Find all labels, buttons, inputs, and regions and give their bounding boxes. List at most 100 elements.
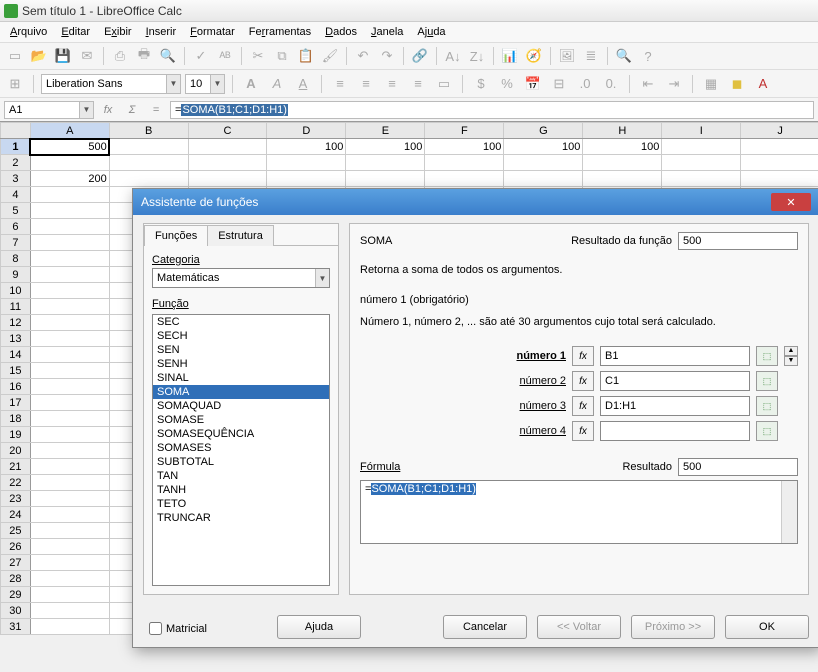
zoom-icon[interactable]: 🔍 <box>613 45 635 67</box>
arg-input-1[interactable]: B1 <box>600 346 750 366</box>
sort-asc-icon[interactable]: A↓ <box>442 45 464 67</box>
cell-A7[interactable] <box>30 235 109 251</box>
align-left-icon[interactable]: ≡ <box>329 73 351 95</box>
open-icon[interactable]: 📂 <box>28 45 50 67</box>
bold-icon[interactable]: A <box>240 73 262 95</box>
cell-A6[interactable] <box>30 219 109 235</box>
row-header-21[interactable]: 21 <box>1 459 31 475</box>
row-header-8[interactable]: 8 <box>1 251 31 267</box>
row-header-30[interactable]: 30 <box>1 603 31 619</box>
row-header-11[interactable]: 11 <box>1 299 31 315</box>
row-header-16[interactable]: 16 <box>1 379 31 395</box>
cell-A20[interactable] <box>30 443 109 459</box>
col-header-D[interactable]: D <box>267 123 346 139</box>
row-header-1[interactable]: 1 <box>1 139 31 155</box>
cell-A21[interactable] <box>30 459 109 475</box>
link-icon[interactable]: 🔗 <box>409 45 431 67</box>
function-listbox[interactable]: SECSECHSENSENHSINALSOMASOMAQUADSOMASESOM… <box>152 314 330 586</box>
underline-icon[interactable]: A <box>292 73 314 95</box>
cell-E3[interactable] <box>346 171 425 187</box>
cut-icon[interactable]: ✂ <box>247 45 269 67</box>
cell-I1[interactable] <box>662 139 741 155</box>
function-item[interactable]: TAN <box>153 469 329 483</box>
cell-B2[interactable] <box>109 155 188 171</box>
help-button[interactable]: Ajuda <box>277 615 361 639</box>
cell-B3[interactable] <box>109 171 188 187</box>
function-item[interactable]: SOMASEQUÊNCIA <box>153 427 329 441</box>
datasource-icon[interactable]: ≣ <box>580 45 602 67</box>
font-name-combo[interactable]: Liberation Sans ▼ <box>41 74 181 94</box>
tab-estrutura[interactable]: Estrutura <box>207 225 274 246</box>
dropdown-icon[interactable]: ▼ <box>79 102 93 118</box>
gallery-icon[interactable]: 🖼 <box>556 45 578 67</box>
cell-A29[interactable] <box>30 587 109 603</box>
cell-A23[interactable] <box>30 491 109 507</box>
row-header-15[interactable]: 15 <box>1 363 31 379</box>
style-icon[interactable]: ⊞ <box>4 73 26 95</box>
cell-A3[interactable]: 200 <box>30 171 109 187</box>
row-header-23[interactable]: 23 <box>1 491 31 507</box>
cell-A4[interactable] <box>30 187 109 203</box>
cell-F1[interactable]: 100 <box>425 139 504 155</box>
cell-A16[interactable] <box>30 379 109 395</box>
cell-C3[interactable] <box>188 171 267 187</box>
cell-A13[interactable] <box>30 331 109 347</box>
paste-icon[interactable]: 📋 <box>295 45 317 67</box>
cell-A1[interactable]: 500 <box>30 139 109 155</box>
cell-A8[interactable] <box>30 251 109 267</box>
row-header-24[interactable]: 24 <box>1 507 31 523</box>
cell-C2[interactable] <box>188 155 267 171</box>
function-wizard-icon[interactable]: fx <box>98 101 118 119</box>
next-button[interactable]: Próximo >> <box>631 615 715 639</box>
cell-H1[interactable]: 100 <box>583 139 662 155</box>
cell-G1[interactable]: 100 <box>504 139 583 155</box>
redo-icon[interactable]: ↷ <box>376 45 398 67</box>
cell-D3[interactable] <box>267 171 346 187</box>
brush-icon[interactable]: 🖌 <box>319 45 341 67</box>
function-item[interactable]: SEN <box>153 343 329 357</box>
close-icon[interactable]: ✕ <box>771 193 811 211</box>
merge-icon[interactable]: ▭ <box>433 73 455 95</box>
cell-J1[interactable] <box>741 139 818 155</box>
menu-formatar[interactable]: Formatar <box>184 24 241 40</box>
cell-J3[interactable] <box>741 171 818 187</box>
menu-editar[interactable]: Editar <box>55 24 96 40</box>
cell-E2[interactable] <box>346 155 425 171</box>
cell-B1[interactable] <box>109 139 188 155</box>
align-center-icon[interactable]: ≡ <box>355 73 377 95</box>
col-header-H[interactable]: H <box>583 123 662 139</box>
fx-icon[interactable]: fx <box>572 396 594 416</box>
col-header-I[interactable]: I <box>662 123 741 139</box>
col-header-C[interactable]: C <box>188 123 267 139</box>
bgcolor-icon[interactable]: ◼ <box>726 73 748 95</box>
row-header-6[interactable]: 6 <box>1 219 31 235</box>
row-header-29[interactable]: 29 <box>1 587 31 603</box>
cancel-button[interactable]: Cancelar <box>443 615 527 639</box>
col-header-A[interactable]: A <box>30 123 109 139</box>
dropdown-icon[interactable]: ▼ <box>166 75 180 93</box>
shrink-icon[interactable]: ⬚ <box>756 346 778 366</box>
new-doc-icon[interactable]: ▭ <box>4 45 26 67</box>
dialog-title-bar[interactable]: Assistente de funções ✕ <box>133 189 818 215</box>
add-decimal-icon[interactable]: .0 <box>574 73 596 95</box>
cell-A17[interactable] <box>30 395 109 411</box>
cell-A2[interactable] <box>30 155 109 171</box>
cell-A22[interactable] <box>30 475 109 491</box>
cell-D1[interactable]: 100 <box>267 139 346 155</box>
cell-A31[interactable] <box>30 619 109 635</box>
cell-A19[interactable] <box>30 427 109 443</box>
cell-C1[interactable] <box>188 139 267 155</box>
spellcheck-icon[interactable]: ✓ <box>190 45 212 67</box>
back-button[interactable]: << Voltar <box>537 615 621 639</box>
preview-icon[interactable]: 🔍 <box>157 45 179 67</box>
row-header-12[interactable]: 12 <box>1 315 31 331</box>
cell-reference-box[interactable]: A1 ▼ <box>4 101 94 119</box>
cell-I3[interactable] <box>662 171 741 187</box>
row-header-19[interactable]: 19 <box>1 427 31 443</box>
row-header-28[interactable]: 28 <box>1 571 31 587</box>
function-item[interactable]: SOMAQUAD <box>153 399 329 413</box>
row-header-4[interactable]: 4 <box>1 187 31 203</box>
remove-decimal-icon[interactable]: 0. <box>600 73 622 95</box>
undo-icon[interactable]: ↶ <box>352 45 374 67</box>
col-header-F[interactable]: F <box>425 123 504 139</box>
